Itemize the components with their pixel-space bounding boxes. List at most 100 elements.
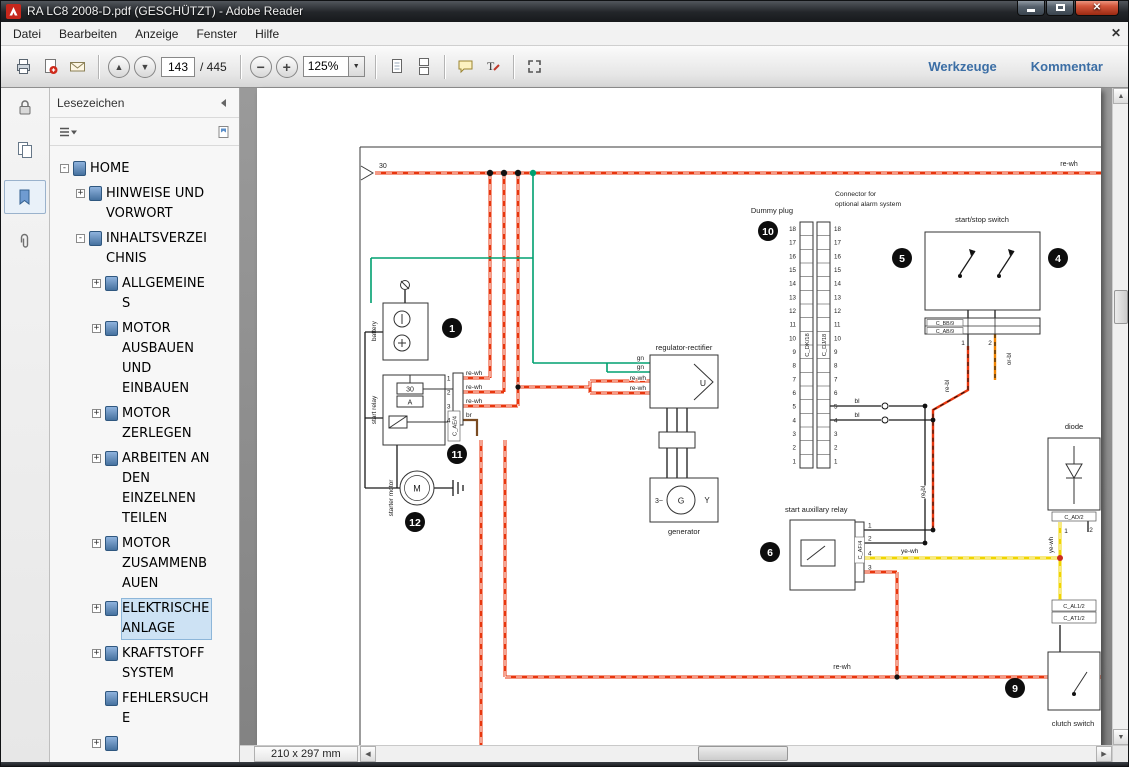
page-thumbnails-icon[interactable] xyxy=(15,140,35,160)
bookmark-label[interactable]: MOTOR AUSBAUEN UND EINBAUEN xyxy=(122,319,211,399)
print-button[interactable] xyxy=(10,53,37,80)
toolbar-separator xyxy=(513,55,514,79)
bookmarks-panel-icon[interactable] xyxy=(15,188,35,208)
maximize-button[interactable] xyxy=(1046,0,1074,16)
collapse-expander-icon[interactable]: - xyxy=(60,164,69,173)
vertical-scrollbar[interactable]: ▲ ▼ xyxy=(1112,88,1129,745)
expand-expander-icon[interactable]: + xyxy=(92,649,101,658)
menu-item-bearbeiten[interactable]: Bearbeiten xyxy=(50,23,126,45)
bookmark-item[interactable]: + xyxy=(50,734,239,751)
close-button[interactable]: ✕ xyxy=(1075,0,1119,16)
bookmark-label[interactable]: MOTOR ZUSAMMENBAUEN xyxy=(122,534,211,594)
export-pdf-button[interactable] xyxy=(37,53,64,80)
wire-label-re-wh: re-wh xyxy=(630,375,647,382)
bookmark-item[interactable]: - HOME xyxy=(50,159,239,179)
bookmark-item[interactable]: + ALLGEMEINES xyxy=(50,274,239,314)
menu-item-datei[interactable]: Datei xyxy=(4,23,50,45)
plug-pin-number: 18 xyxy=(789,226,796,233)
junction-dots xyxy=(487,170,936,680)
email-button[interactable] xyxy=(64,53,91,80)
expand-expander-icon[interactable]: + xyxy=(92,739,101,748)
bookmark-item[interactable]: + MOTOR ZERLEGEN xyxy=(50,404,239,444)
plug-pin-number: 9 xyxy=(834,349,838,356)
plug-pin-number: 17 xyxy=(834,240,841,247)
zoom-in-button[interactable]: + xyxy=(276,56,298,78)
menu-item-hilfe[interactable]: Hilfe xyxy=(246,23,288,45)
plug-pin-number: 11 xyxy=(834,322,841,329)
scroll-right-button[interactable]: ▶ xyxy=(1096,746,1112,762)
bookmark-label[interactable]: FEHLERSUCHE xyxy=(122,689,211,729)
zoom-select[interactable]: 125% ▼ xyxy=(303,56,365,77)
title-bar: RA LC8 2008-D.pdf (GESCHÜTZT) - Adobe Re… xyxy=(0,0,1129,22)
new-bookmark-icon[interactable] xyxy=(217,125,231,139)
fuse-amp-label: 30 xyxy=(406,387,414,394)
plug-pin-number: 5 xyxy=(834,404,838,411)
horizontal-scrollbar[interactable]: ◀ ▶ xyxy=(360,746,1112,762)
expand-expander-icon[interactable]: + xyxy=(92,324,101,333)
single-page-view-button[interactable] xyxy=(383,53,410,80)
close-document-button[interactable]: ✕ xyxy=(1111,26,1121,40)
bookmark-item[interactable]: + MOTOR ZUSAMMENBAUEN xyxy=(50,534,239,594)
next-page-button[interactable]: ▼ xyxy=(134,56,156,78)
page-number-input[interactable] xyxy=(161,57,195,77)
plug-pin-number: 1 xyxy=(793,458,797,465)
bookmark-options-icon[interactable] xyxy=(58,126,78,138)
bookmark-label[interactable]: MOTOR ZERLEGEN xyxy=(122,404,211,444)
scroll-up-button[interactable]: ▲ xyxy=(1113,88,1129,104)
bookmark-label[interactable]: INHALTSVERZEICHNIS xyxy=(106,229,212,269)
attachments-paperclip-icon[interactable] xyxy=(15,232,35,252)
scrolling-view-button[interactable] xyxy=(410,53,437,80)
navigation-strip xyxy=(0,88,50,762)
menu-item-anzeige[interactable]: Anzeige xyxy=(126,23,187,45)
bookmark-label[interactable]: ALLGEMEINES xyxy=(122,274,211,314)
chevron-down-icon[interactable]: ▼ xyxy=(349,56,365,77)
bookmark-item[interactable]: - INHALTSVERZEICHNIS xyxy=(50,229,239,269)
bookmark-item[interactable]: + HINWEISE UND VORWORT xyxy=(50,184,239,224)
fullscreen-button[interactable] xyxy=(521,53,548,80)
plug-pin-number: 11 xyxy=(790,322,797,329)
page-size-indicator: 210 x 297 mm xyxy=(254,746,358,762)
close-icon: ✕ xyxy=(1093,3,1101,13)
bookmark-item[interactable]: + ARBEITEN AN DEN EINZELNEN TEILEN xyxy=(50,449,239,529)
menu-item-fenster[interactable]: Fenster xyxy=(187,23,246,45)
splice-dot xyxy=(1057,555,1063,561)
clutch-connector-top-label: C_AL1/2 xyxy=(1063,604,1084,610)
horizontal-scroll-thumb[interactable] xyxy=(698,746,788,761)
expand-expander-icon[interactable]: + xyxy=(76,189,85,198)
comment-link[interactable]: Kommentar xyxy=(1031,59,1103,74)
expand-expander-icon[interactable]: + xyxy=(92,539,101,548)
expand-expander-icon[interactable]: + xyxy=(92,604,101,613)
sticky-note-button[interactable] xyxy=(452,53,479,80)
plug-pins: 1818171716161515141413131212111110109988… xyxy=(789,226,841,465)
bookmark-item[interactable]: FEHLERSUCHE xyxy=(50,689,239,729)
collapse-panel-button[interactable] xyxy=(215,94,232,111)
bookmark-item[interactable]: + ELEKTRISCHE ANLAGE xyxy=(50,599,239,639)
zoom-out-button[interactable]: − xyxy=(250,56,272,78)
dummy-plug-label: Dummy plug xyxy=(751,206,793,215)
vertical-scroll-thumb[interactable] xyxy=(1114,290,1128,324)
zoom-value[interactable]: 125% xyxy=(303,56,349,77)
bookmark-label[interactable]: HOME xyxy=(90,159,129,179)
svg-text:1: 1 xyxy=(449,323,455,335)
bookmark-item[interactable]: + KRAFTSTOFFSYSTEM xyxy=(50,644,239,684)
expand-expander-icon[interactable]: + xyxy=(92,279,101,288)
bookmark-label[interactable]: KRAFTSTOFFSYSTEM xyxy=(122,644,211,684)
bookmark-label[interactable]: ELEKTRISCHE ANLAGE xyxy=(122,599,211,639)
bookmark-icon xyxy=(105,406,118,421)
main-toolbar: ▲ ▼ / 445 − + 125% ▼ xyxy=(0,46,1129,88)
bookmark-item[interactable]: + MOTOR AUSBAUEN UND EINBAUEN xyxy=(50,319,239,399)
expand-expander-icon[interactable]: + xyxy=(92,409,101,418)
bookmark-label[interactable]: HINWEISE UND VORWORT xyxy=(106,184,212,224)
bookmark-label[interactable]: ARBEITEN AN DEN EINZELNEN TEILEN xyxy=(122,449,211,529)
expand-expander-icon[interactable]: + xyxy=(92,454,101,463)
lock-icon[interactable] xyxy=(15,98,35,118)
badge-clutch-switch: 9 xyxy=(1005,678,1025,698)
comment-bubble-icon xyxy=(456,57,475,76)
collapse-expander-icon[interactable]: - xyxy=(76,234,85,243)
scroll-down-button[interactable]: ▼ xyxy=(1113,729,1129,745)
previous-page-button[interactable]: ▲ xyxy=(108,56,130,78)
highlight-text-button[interactable]: T xyxy=(479,53,506,80)
minimize-button[interactable] xyxy=(1017,0,1045,16)
tools-link[interactable]: Werkzeuge xyxy=(928,59,996,74)
scroll-left-button[interactable]: ◀ xyxy=(360,746,376,762)
